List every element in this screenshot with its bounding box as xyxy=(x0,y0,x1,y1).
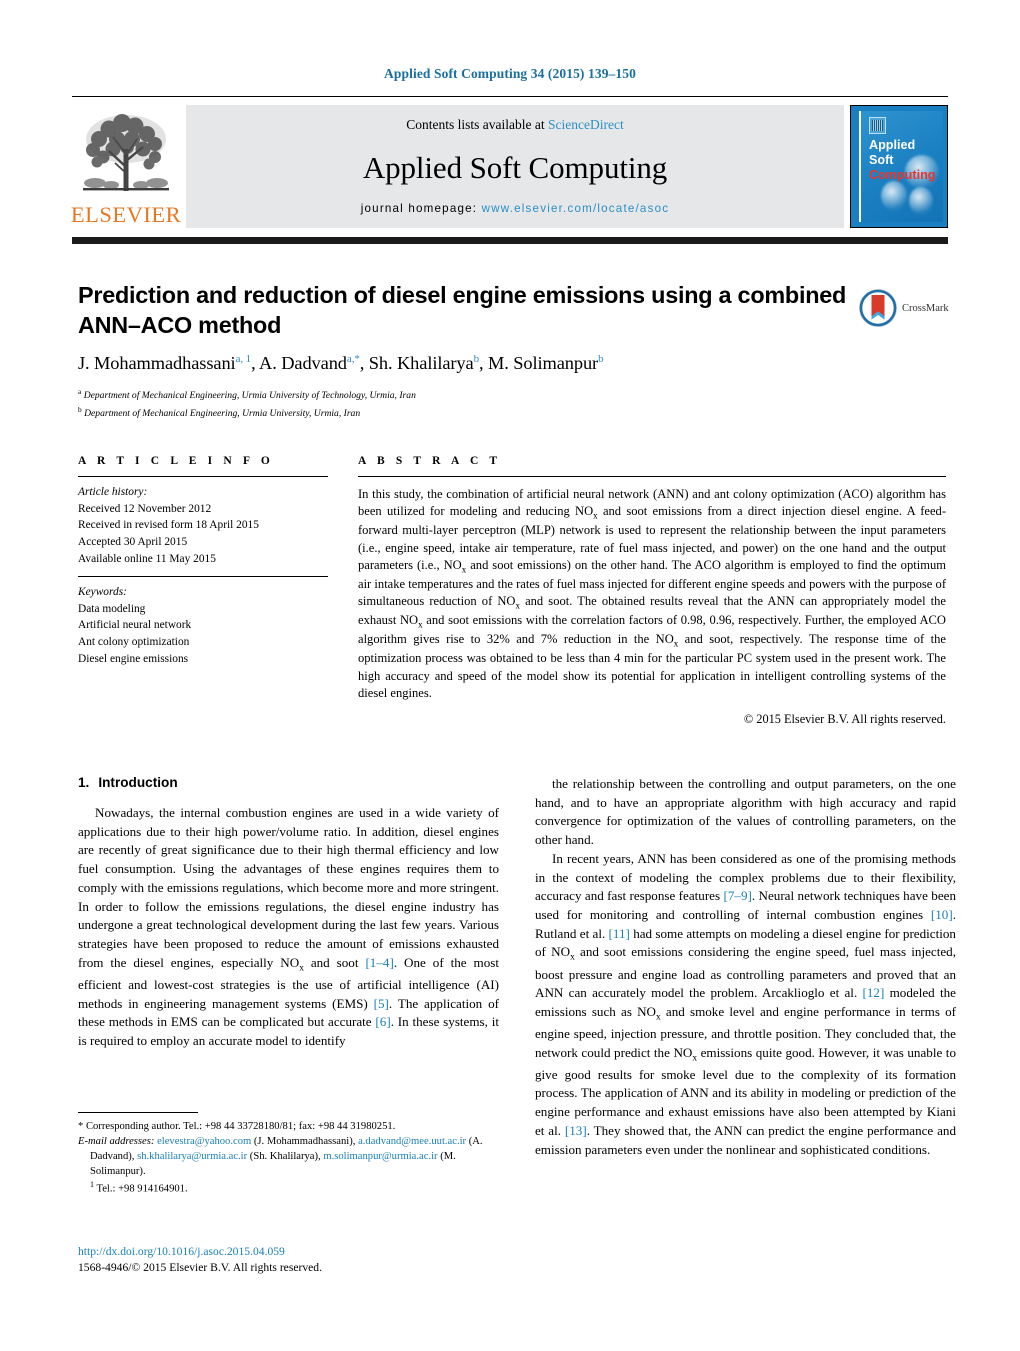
journal-title: Applied Soft Computing xyxy=(362,149,668,185)
affiliation-marker: a xyxy=(78,387,82,396)
cover-title-text: Applied Soft Computing xyxy=(869,138,935,184)
author-list: J. Mohammadhassania, 1, A. Dadvanda,*, S… xyxy=(78,353,604,374)
masthead-top-rule xyxy=(72,96,948,97)
section-heading-introduction: 1. Introduction xyxy=(78,775,499,790)
keyword-item: Ant colony optimization xyxy=(78,636,190,649)
keyword-item: Diesel engine emissions xyxy=(78,652,189,665)
cover-blob-3 xyxy=(909,187,933,215)
doi-link[interactable]: http://dx.doi.org/10.1016/j.asoc.2015.04… xyxy=(78,1244,508,1260)
article-first-page: Applied Soft Computing 34 (2015) 139–150 xyxy=(0,0,1020,1351)
masthead-center-panel: Contents lists available at ScienceDirec… xyxy=(186,105,844,228)
email-addresses-note: E-mail addresses: elevestra@yahoo.com (J… xyxy=(78,1134,499,1179)
section-title: Introduction xyxy=(98,775,178,790)
affiliation-item: b Department of Mechanical Engineering, … xyxy=(78,404,938,422)
elsevier-tree-icon xyxy=(83,113,169,191)
article-info-column: A R T I C L E I N F O Article history: R… xyxy=(78,455,328,667)
sciencedirect-link[interactable]: ScienceDirect xyxy=(548,117,624,132)
doi-block: http://dx.doi.org/10.1016/j.asoc.2015.04… xyxy=(78,1244,508,1277)
affiliation-text: Department of Mechanical Engineering, Ur… xyxy=(84,407,361,419)
footnote-block: * Corresponding author. Tel.: +98 44 337… xyxy=(78,1112,499,1197)
body-column-right: the relationship between the controlling… xyxy=(535,775,956,1159)
keywords-label: Keywords: xyxy=(78,586,127,599)
keywords-block: Keywords: Data modeling Artificial neura… xyxy=(78,577,328,667)
paragraph: the relationship between the controlling… xyxy=(535,776,956,848)
cover-line-1: Applied xyxy=(869,138,916,152)
history-item: Received in revised form 18 April 2015 xyxy=(78,519,259,532)
telephone-note: 1 Tel.: +98 914164901. xyxy=(90,1180,188,1195)
masthead-bottom-rule xyxy=(72,237,948,244)
crossmark-icon xyxy=(859,289,897,327)
article-history-block: Article history: Received 12 November 20… xyxy=(78,477,328,576)
corresponding-author-note: * Corresponding author. Tel.: +98 44 337… xyxy=(78,1121,396,1132)
journal-masthead: ELSEVIER Contents lists available at Sci… xyxy=(70,96,948,244)
journal-homepage-line: journal homepage: www.elsevier.com/locat… xyxy=(361,202,669,215)
article-history-label: Article history: xyxy=(78,486,148,498)
affiliation-item: a Department of Mechanical Engineering, … xyxy=(78,386,938,404)
history-item: Accepted 30 April 2015 xyxy=(78,535,188,548)
running-head: Applied Soft Computing 34 (2015) 139–150 xyxy=(384,66,636,81)
keyword-item: Data modeling xyxy=(78,602,146,615)
page-title: Prediction and reduction of diesel engin… xyxy=(78,282,847,338)
crossmark-badge[interactable]: CrossMark xyxy=(858,285,958,331)
section-number: 1. xyxy=(78,775,90,790)
crossmark-label: CrossMark xyxy=(902,302,949,314)
abstract-column: A B S T R A C T In this study, the combi… xyxy=(358,455,946,727)
keyword-item: Artificial neural network xyxy=(78,619,192,632)
body-column-left: 1. Introduction Nowadays, the internal co… xyxy=(78,775,499,1051)
paragraph: Nowadays, the internal combustion engine… xyxy=(78,805,500,1048)
cover-line-2: Soft xyxy=(869,153,894,168)
copyright-line: © 2015 Elsevier B.V. All rights reserved… xyxy=(743,712,946,727)
history-item: Available online 11 May 2015 xyxy=(78,552,216,565)
abstract-heading: A B S T R A C T xyxy=(358,455,502,467)
title-block: Prediction and reduction of diesel engin… xyxy=(78,281,848,340)
cover-publisher-mark-icon xyxy=(869,117,886,134)
cover-art: Applied Soft Computing xyxy=(859,111,943,222)
journal-cover-thumbnail[interactable]: Applied Soft Computing xyxy=(850,105,948,228)
affiliation-list: a Department of Mechanical Engineering, … xyxy=(78,386,938,421)
elsevier-wordmark: ELSEVIER xyxy=(70,201,182,227)
homepage-url-link[interactable]: www.elsevier.com/locate/asoc xyxy=(482,202,670,215)
elsevier-logo: ELSEVIER xyxy=(70,105,182,228)
contents-available-line: Contents lists available at ScienceDirec… xyxy=(406,117,623,133)
issn-copyright-line: 1568-4946/© 2015 Elsevier B.V. All right… xyxy=(78,1261,322,1275)
footnote-rule xyxy=(78,1112,198,1113)
email-addresses-label: E-mail addresses: xyxy=(78,1136,155,1148)
article-info-heading: A R T I C L E I N F O xyxy=(78,455,274,467)
affiliation-marker: b xyxy=(78,404,82,414)
affiliation-text: Department of Mechanical Engineering, Ur… xyxy=(83,390,416,402)
abstract-text: In this study, the combination of artifi… xyxy=(358,487,947,701)
paragraph: In recent years, ANN has been considered… xyxy=(535,850,957,1157)
homepage-label: journal homepage: xyxy=(360,202,478,215)
contents-prefix: Contents lists available at xyxy=(406,117,548,132)
cover-blob-2 xyxy=(881,181,907,211)
history-item: Received 12 November 2012 xyxy=(78,502,212,515)
cover-line-3: Computing xyxy=(869,168,936,183)
